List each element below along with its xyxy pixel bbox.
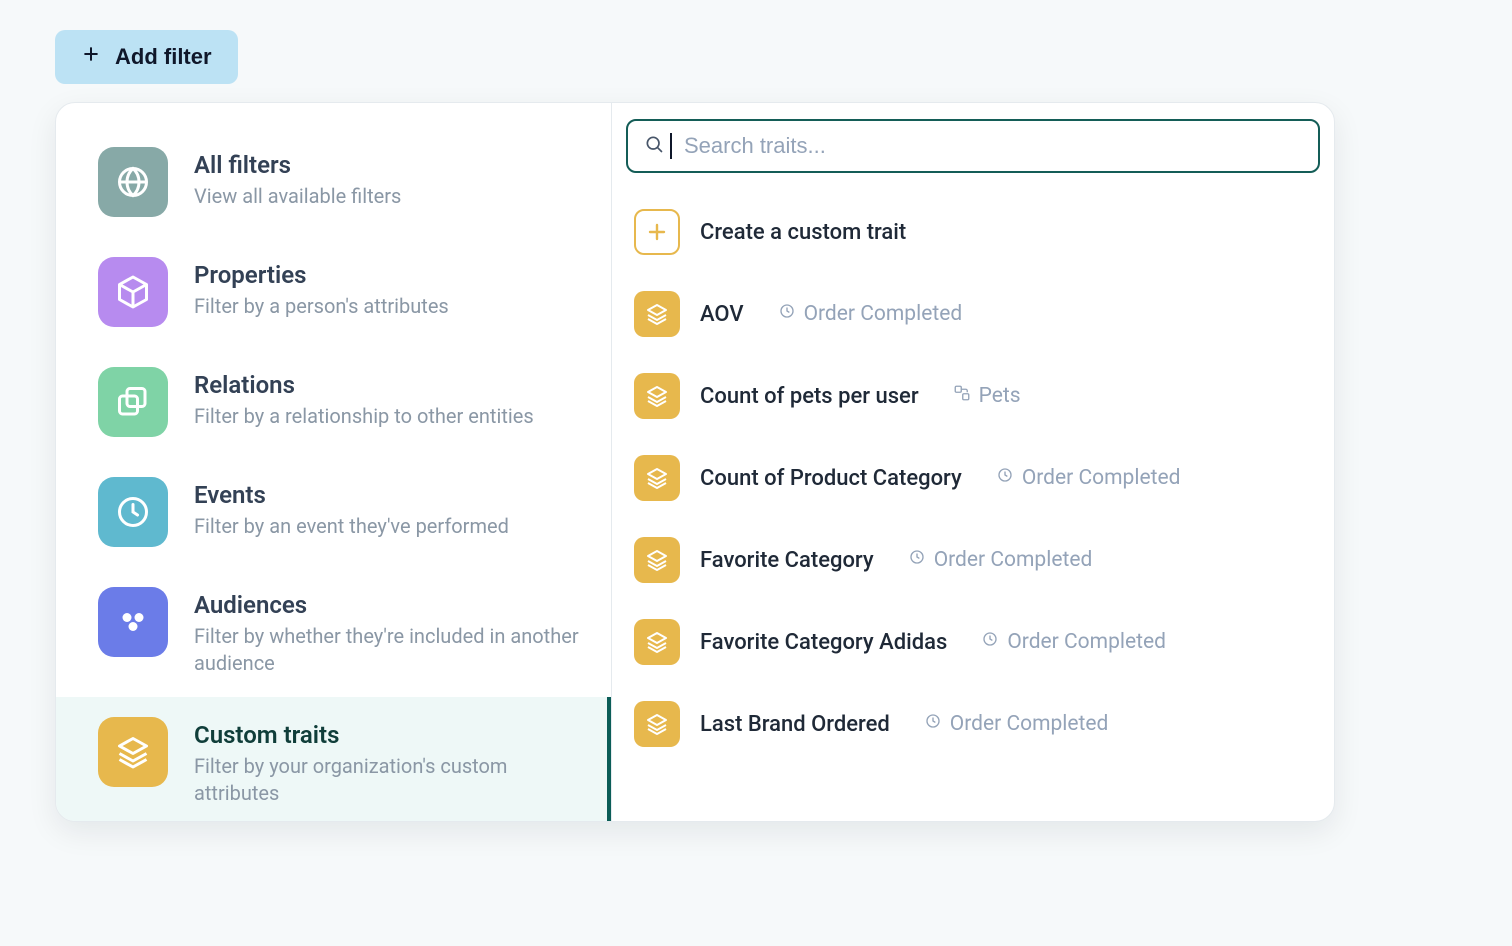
category-title: Custom traits xyxy=(194,721,581,749)
layers-icon xyxy=(634,291,680,337)
trait-label: Count of Product Category xyxy=(700,466,962,491)
clock-icon xyxy=(924,712,942,736)
plus-icon xyxy=(634,209,680,255)
category-title: All filters xyxy=(194,151,401,179)
clock-icon xyxy=(98,477,168,547)
category-title: Properties xyxy=(194,261,449,289)
category-desc: Filter by your organization's custom att… xyxy=(194,753,581,807)
search-icon xyxy=(644,134,664,158)
trait-source: Order Completed xyxy=(778,302,963,326)
trait-source-label: Order Completed xyxy=(1007,630,1166,654)
add-filter-button[interactable]: Add filter xyxy=(55,30,238,84)
category-desc: Filter by an event they've performed xyxy=(194,513,509,540)
category-desc: Filter by a person's attributes xyxy=(194,293,449,320)
trait-source: Order Completed xyxy=(908,548,1093,572)
category-title: Audiences xyxy=(194,591,581,619)
trait-label: Last Brand Ordered xyxy=(700,712,890,737)
trait-source: Order Completed xyxy=(996,466,1181,490)
trait-source-label: Order Completed xyxy=(804,302,963,326)
category-desc: View all available filters xyxy=(194,183,401,210)
trait-label: Favorite Category Adidas xyxy=(700,630,947,655)
trait-source-label: Order Completed xyxy=(950,712,1109,736)
globe-icon xyxy=(98,147,168,217)
layers-icon xyxy=(634,537,680,583)
search-traits-input[interactable] xyxy=(684,133,1302,159)
filter-category-events[interactable]: Events Filter by an event they've perfor… xyxy=(56,457,611,567)
trait-source: Pets xyxy=(953,384,1021,408)
audience-icon xyxy=(98,587,168,657)
add-filter-label: Add filter xyxy=(115,44,212,70)
copies-icon xyxy=(98,367,168,437)
layers-icon xyxy=(634,701,680,747)
search-traits-field[interactable] xyxy=(626,119,1320,173)
clock-icon xyxy=(778,302,796,326)
clock-icon xyxy=(981,630,999,654)
trait-list-pane: Create a custom trait AOV Order Complete… xyxy=(612,103,1334,821)
category-desc: Filter by a relationship to other entiti… xyxy=(194,403,534,430)
trait-source-label: Order Completed xyxy=(1022,466,1181,490)
layers-icon xyxy=(634,455,680,501)
cube-icon xyxy=(98,257,168,327)
filter-category-audiences[interactable]: Audiences Filter by whether they're incl… xyxy=(56,567,611,697)
trait-row[interactable]: Last Brand Ordered Order Completed xyxy=(626,683,1320,765)
filter-picker-panel: All filters View all available filters P… xyxy=(55,102,1335,822)
trait-row[interactable]: Favorite Category Order Completed xyxy=(626,519,1320,601)
filter-category-list: All filters View all available filters P… xyxy=(56,103,612,821)
trait-source: Order Completed xyxy=(924,712,1109,736)
trait-row[interactable]: Count of pets per user Pets xyxy=(626,355,1320,437)
clock-icon xyxy=(996,466,1014,490)
trait-row[interactable]: AOV Order Completed xyxy=(626,273,1320,355)
trait-source: Order Completed xyxy=(981,630,1166,654)
filter-category-all-filters[interactable]: All filters View all available filters xyxy=(56,127,611,237)
category-title: Relations xyxy=(194,371,534,399)
plus-icon xyxy=(81,44,101,70)
filter-category-relations[interactable]: Relations Filter by a relationship to ot… xyxy=(56,347,611,457)
layers-icon xyxy=(634,373,680,419)
trait-label: Favorite Category xyxy=(700,548,874,573)
filter-category-custom-traits[interactable]: Custom traits Filter by your organizatio… xyxy=(56,697,611,822)
category-desc: Filter by whether they're included in an… xyxy=(194,623,581,677)
trait-label: AOV xyxy=(700,302,744,327)
relation-icon xyxy=(953,384,971,408)
category-title: Events xyxy=(194,481,509,509)
text-caret xyxy=(670,133,672,159)
trait-source-label: Order Completed xyxy=(934,548,1093,572)
filter-category-properties[interactable]: Properties Filter by a person's attribut… xyxy=(56,237,611,347)
create-custom-trait-row[interactable]: Create a custom trait xyxy=(626,191,1320,273)
clock-icon xyxy=(908,548,926,572)
layers-icon xyxy=(634,619,680,665)
trait-row[interactable]: Favorite Category Adidas Order Completed xyxy=(626,601,1320,683)
trait-row[interactable]: Count of Product Category Order Complete… xyxy=(626,437,1320,519)
create-custom-trait-label: Create a custom trait xyxy=(700,220,906,245)
trait-label: Count of pets per user xyxy=(700,384,919,409)
layers-icon xyxy=(98,717,168,787)
trait-source-label: Pets xyxy=(979,384,1021,408)
